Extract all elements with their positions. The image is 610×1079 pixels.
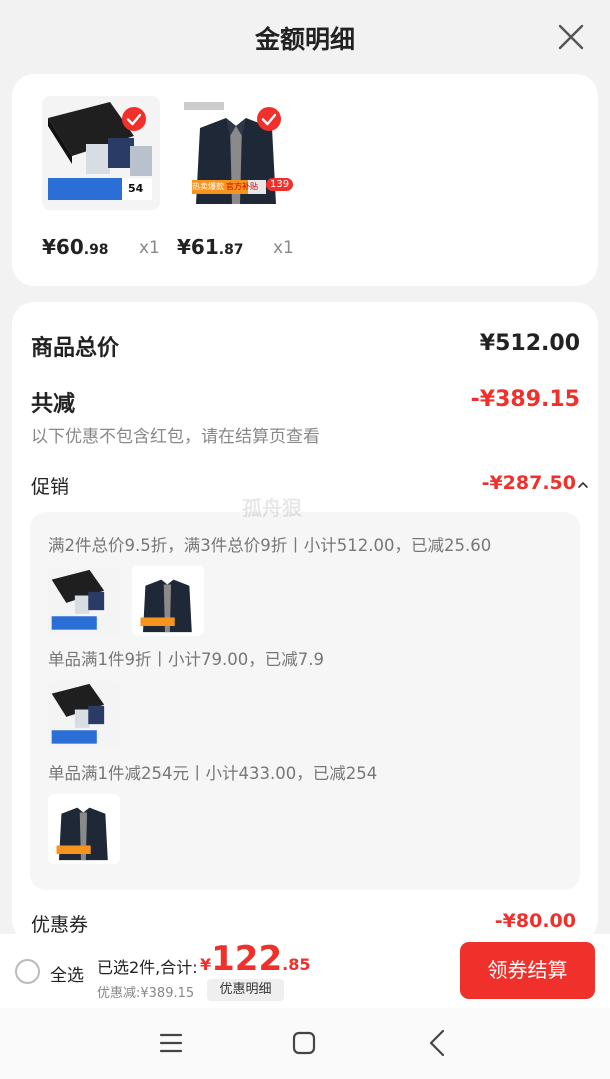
total-reduce-label: 共减 <box>31 392 76 417</box>
system-nav-bar <box>0 1008 610 1079</box>
product-1-price: ¥60.98 <box>42 235 109 259</box>
rule-3-thumb-jacket <box>48 794 120 864</box>
jacket-image <box>48 794 120 864</box>
menu-icon[interactable] <box>158 1030 184 1056</box>
total-price: ¥122.85 <box>200 939 311 979</box>
promo-value[interactable]: -¥287.50 <box>482 472 576 494</box>
page-title: 金额明细 <box>254 25 355 54</box>
underwear-box-image <box>48 680 120 750</box>
home-icon[interactable] <box>291 1030 317 1056</box>
goods-total-label: 商品总价 <box>31 336 120 361</box>
product-2-price: ¥61.87 <box>177 235 244 259</box>
rule-1-thumb-underwear <box>48 566 120 636</box>
total-reduce-value: -¥389.15 <box>470 387 580 412</box>
chevron-up-icon[interactable] <box>576 478 590 492</box>
promo-rule-1: 满2件总价9.5折，满3件总价9折丨小计512.00，已减25.60 <box>48 536 492 555</box>
subsidy-tag: 官方补贴 <box>226 182 258 191</box>
goods-total-value: ¥512.00 <box>479 331 580 356</box>
product-2-qty: x1 <box>273 238 294 258</box>
rule-2-thumb-underwear <box>48 680 120 750</box>
select-all-label[interactable]: 全选 <box>50 961 84 986</box>
price-badge: 139 <box>266 178 294 191</box>
coupon-label[interactable]: 优惠券 <box>31 910 88 937</box>
hot-tag: 热卖爆款 <box>192 182 224 191</box>
checkout-button[interactable]: 领券结算 <box>460 942 595 999</box>
back-icon[interactable] <box>424 1028 450 1058</box>
promo-rule-2: 单品满1件9折丨小计79.00，已减7.9 <box>48 650 324 669</box>
product-1-qty: x1 <box>139 238 160 258</box>
header: 金额明细 <box>0 0 610 74</box>
jacket-image <box>132 566 204 636</box>
check-icon <box>261 113 277 126</box>
checkout-bar: 全选 已选2件,合计: ¥122.85 优惠减:¥389.15 优惠明细 领券结… <box>0 934 610 1008</box>
selected-summary: 已选2件,合计: <box>97 958 198 977</box>
discount-detail-button[interactable]: 优惠明细 <box>207 979 284 1001</box>
close-icon[interactable] <box>556 22 586 52</box>
product-1-check[interactable] <box>122 107 146 131</box>
promo-rule-3: 单品满1件减254元丨小计433.00，已减254 <box>48 764 378 783</box>
check-icon <box>126 113 142 126</box>
coupon-value[interactable]: -¥80.00 <box>495 910 576 932</box>
selected-products-card: 54 ¥60.98 x1 热卖爆款 官方补贴 139 ¥61.87 x1 <box>12 74 598 286</box>
rule-1-thumb-jacket <box>132 566 204 636</box>
discount-note: 以下优惠不包含红包，请在结算页查看 <box>31 427 320 447</box>
promo-label[interactable]: 促销 <box>31 472 69 499</box>
watermark: 孤舟狠 <box>242 496 302 520</box>
amount-detail-card: 商品总价 ¥512.00 共减 -¥389.15 以下优惠不包含红包，请在结算页… <box>12 302 598 942</box>
promo-detail-box: 满2件总价9.5折，满3件总价9折丨小计512.00，已减25.60 单品满1件… <box>30 512 580 890</box>
discount-summary: 优惠减:¥389.15 <box>97 986 195 1001</box>
product-2-check[interactable] <box>257 107 281 131</box>
select-all-radio[interactable] <box>15 959 40 984</box>
box-count-badge: 54 <box>128 182 144 195</box>
underwear-box-image <box>48 566 120 636</box>
